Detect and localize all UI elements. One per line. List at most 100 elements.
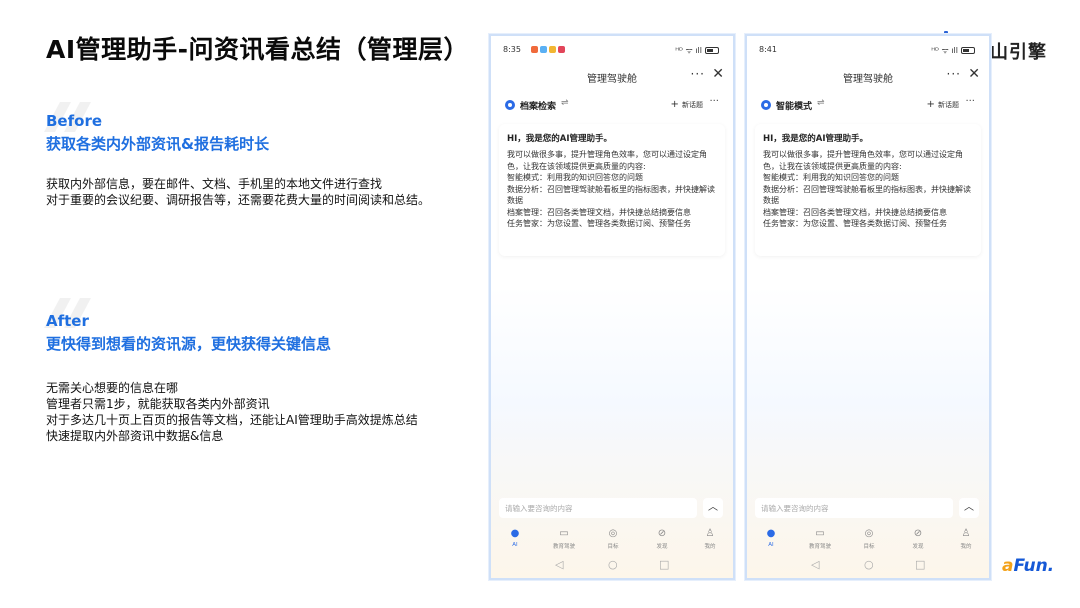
signal-icons: ᴴᴰ ᯤ ıll xyxy=(931,45,975,56)
mode-selector[interactable]: 智能模式 xyxy=(776,99,812,112)
phone-screenshot-archive-search: 8:35 ᴴᴰ ᯤ ıll 管理驾驶舱 ··· ✕ 档案检索 ⇌ + 新话题 ·… xyxy=(489,34,735,580)
tab-label: AI xyxy=(768,542,774,548)
chevron-up-icon[interactable]: ︿ xyxy=(959,498,979,518)
recents-icon[interactable]: □ xyxy=(915,558,925,571)
bottom-tab-bar: ● AI ▭ 教育驾驶 ◎ 目标 ⊘ 发现 ♙ 我的 xyxy=(747,528,989,552)
feature-item: 档案管理：召回各类管理文档，并快捷总结摘要信息 xyxy=(507,207,691,217)
tab-label: 我的 xyxy=(704,544,716,550)
close-icon[interactable]: ✕ xyxy=(712,66,724,82)
user-icon: ♙ xyxy=(961,528,971,539)
after-text-line: 快速提取内外部资讯中数据&信息 xyxy=(46,429,224,443)
tab-ai[interactable]: ● AI xyxy=(495,528,535,548)
feature-item: 任务管家：为您设置、管理各类数据订阅、预警任务 xyxy=(763,219,947,228)
notification-icons xyxy=(531,46,565,53)
new-topic-label: 新话题 xyxy=(682,101,703,109)
feature-item: 智能模式：利用我的知识回答您的问题 xyxy=(763,173,899,182)
close-icon[interactable]: ✕ xyxy=(968,66,980,82)
footer-brand-suffix: Fun. xyxy=(1013,556,1055,576)
more-icon[interactable]: ··· xyxy=(691,67,705,81)
tab-label: 教育驾驶 xyxy=(808,544,831,550)
back-icon[interactable]: ◁ xyxy=(555,558,563,571)
chevron-up-icon[interactable]: ︿ xyxy=(703,498,723,518)
tab-label: 发现 xyxy=(912,544,924,550)
before-text-line: 对于重要的会议纪要、调研报告等，还需要花费大量的时间阅读和总结。 xyxy=(46,193,431,207)
system-nav-bar: ◁ ○ □ xyxy=(491,558,733,574)
nav-bar: 管理驾驶舱 ··· ✕ xyxy=(747,66,989,86)
tab-ai[interactable]: ● AI xyxy=(751,528,791,548)
after-text-line: 管理者只需1步，就能获取各类内外部资讯 xyxy=(46,397,270,411)
status-bar: 8:41 ᴴᴰ ᯤ ıll xyxy=(759,44,977,58)
status-time: 8:41 xyxy=(759,45,777,54)
user-icon: ♙ xyxy=(705,528,715,539)
after-text-line: 无需关心想要的信息在哪 xyxy=(46,381,179,395)
slide-title: AI管理助手-问资讯看总结（管理层） xyxy=(46,35,470,64)
monitor-icon: ▭ xyxy=(559,528,569,539)
feature-item: 数据分析：召回管理驾驶舱看板里的指标图表，并快捷解读数据 xyxy=(763,184,971,206)
bottom-tab-bar: ● AI ▭ 教育驾驶 ◎ 目标 ⊘ 发现 ♙ 我的 xyxy=(491,528,733,552)
nav-bar: 管理驾驶舱 ··· ✕ xyxy=(491,66,733,86)
plus-icon: + xyxy=(670,99,682,110)
compass-icon: ⊘ xyxy=(913,528,923,539)
feature-item: 任务管家：为您设置、管理各类数据订阅、预警任务 xyxy=(507,219,691,228)
after-label: After xyxy=(46,312,89,330)
signal-icon: ᴴᴰ ᯤ ıll xyxy=(931,46,958,55)
signal-icon: ᴴᴰ ᯤ ıll xyxy=(675,46,702,55)
compass-icon: ⊘ xyxy=(657,528,667,539)
tab-label: 教育驾驶 xyxy=(552,544,575,550)
target-icon: ◎ xyxy=(608,528,618,539)
battery-icon xyxy=(705,47,719,54)
new-topic-label: 新话题 xyxy=(938,101,959,109)
chat-input[interactable]: 请输入要咨询的内容 xyxy=(755,498,953,518)
after-text-line: 对于多达几十页上百页的报告等文档，还能让AI管理助手高效提炼总结 xyxy=(46,413,418,427)
back-icon[interactable]: ◁ xyxy=(811,558,819,571)
tab-education[interactable]: ▭ 教育驾驶 xyxy=(800,528,840,550)
new-topic-button[interactable]: + 新话题 xyxy=(926,99,959,110)
intro-text: 我可以做很多事，提升管理角色效率，您可以通过设定角色，让我在该领域提供更高质量的… xyxy=(507,150,707,171)
ai-icon: ● xyxy=(766,528,776,539)
before-headline: 获取各类内外部资讯&报告耗时长 xyxy=(46,135,270,153)
tab-label: 目标 xyxy=(607,544,619,550)
after-headline: 更快得到想看的资讯源，更快获得关键信息 xyxy=(46,335,332,353)
tab-label: 目标 xyxy=(863,544,875,550)
feature-item: 数据分析：召回管理驾驶舱看板里的指标图表，并快捷解读数据 xyxy=(507,184,715,206)
more-icon[interactable]: ··· xyxy=(965,96,975,107)
tab-target[interactable]: ◎ 目标 xyxy=(593,528,633,550)
mode-bar: 档案检索 ⇌ + 新话题 ··· xyxy=(499,94,725,116)
status-bar: 8:35 ᴴᴰ ᯤ ıll xyxy=(503,44,721,58)
target-icon: ◎ xyxy=(864,528,874,539)
tab-target[interactable]: ◎ 目标 xyxy=(849,528,889,550)
footer-brand-prefix: a xyxy=(1002,556,1014,576)
tab-discover[interactable]: ⊘ 发现 xyxy=(898,528,938,550)
status-time: 8:35 xyxy=(503,45,521,54)
tab-label: 我的 xyxy=(960,544,972,550)
home-icon[interactable]: ○ xyxy=(864,558,874,571)
mode-selector[interactable]: 档案检索 xyxy=(520,99,556,112)
monitor-icon: ▭ xyxy=(815,528,825,539)
home-icon[interactable]: ○ xyxy=(608,558,618,571)
switch-icon[interactable]: ⇌ xyxy=(817,98,825,108)
more-icon[interactable]: ··· xyxy=(947,67,961,81)
assistant-icon xyxy=(505,100,515,110)
new-topic-button[interactable]: + 新话题 xyxy=(670,99,703,110)
greeting-text: HI，我是您的AI管理助手。 xyxy=(507,134,613,144)
greeting-text: HI，我是您的AI管理助手。 xyxy=(763,134,869,144)
tab-mine[interactable]: ♙ 我的 xyxy=(690,528,730,550)
before-text-line: 获取内外部信息，要在邮件、文档、手机里的本地文件进行查找 xyxy=(46,177,383,191)
mode-bar: 智能模式 ⇌ + 新话题 ··· xyxy=(755,94,981,116)
feature-item: 智能模式：利用我的知识回答您的问题 xyxy=(507,173,643,182)
footer-brand: aFun. xyxy=(1002,556,1054,576)
more-icon[interactable]: ··· xyxy=(709,96,719,107)
signal-icons: ᴴᴰ ᯤ ıll xyxy=(675,45,719,56)
intro-text: 我可以做很多事，提升管理角色效率，您可以通过设定角色，让我在该领域提供更高质量的… xyxy=(763,150,963,171)
tab-label: AI xyxy=(512,542,518,548)
tab-mine[interactable]: ♙ 我的 xyxy=(946,528,986,550)
tab-education[interactable]: ▭ 教育驾驶 xyxy=(544,528,584,550)
recents-icon[interactable]: □ xyxy=(659,558,669,571)
switch-icon[interactable]: ⇌ xyxy=(561,98,569,108)
brand-name: 山引擎 xyxy=(990,42,1047,63)
tab-discover[interactable]: ⊘ 发现 xyxy=(642,528,682,550)
chat-input[interactable]: 请输入要咨询的内容 xyxy=(499,498,697,518)
ai-icon: ● xyxy=(510,528,520,539)
before-label: Before xyxy=(46,112,103,130)
feature-item: 档案管理：召回各类管理文档，并快捷总结摘要信息 xyxy=(763,207,947,217)
